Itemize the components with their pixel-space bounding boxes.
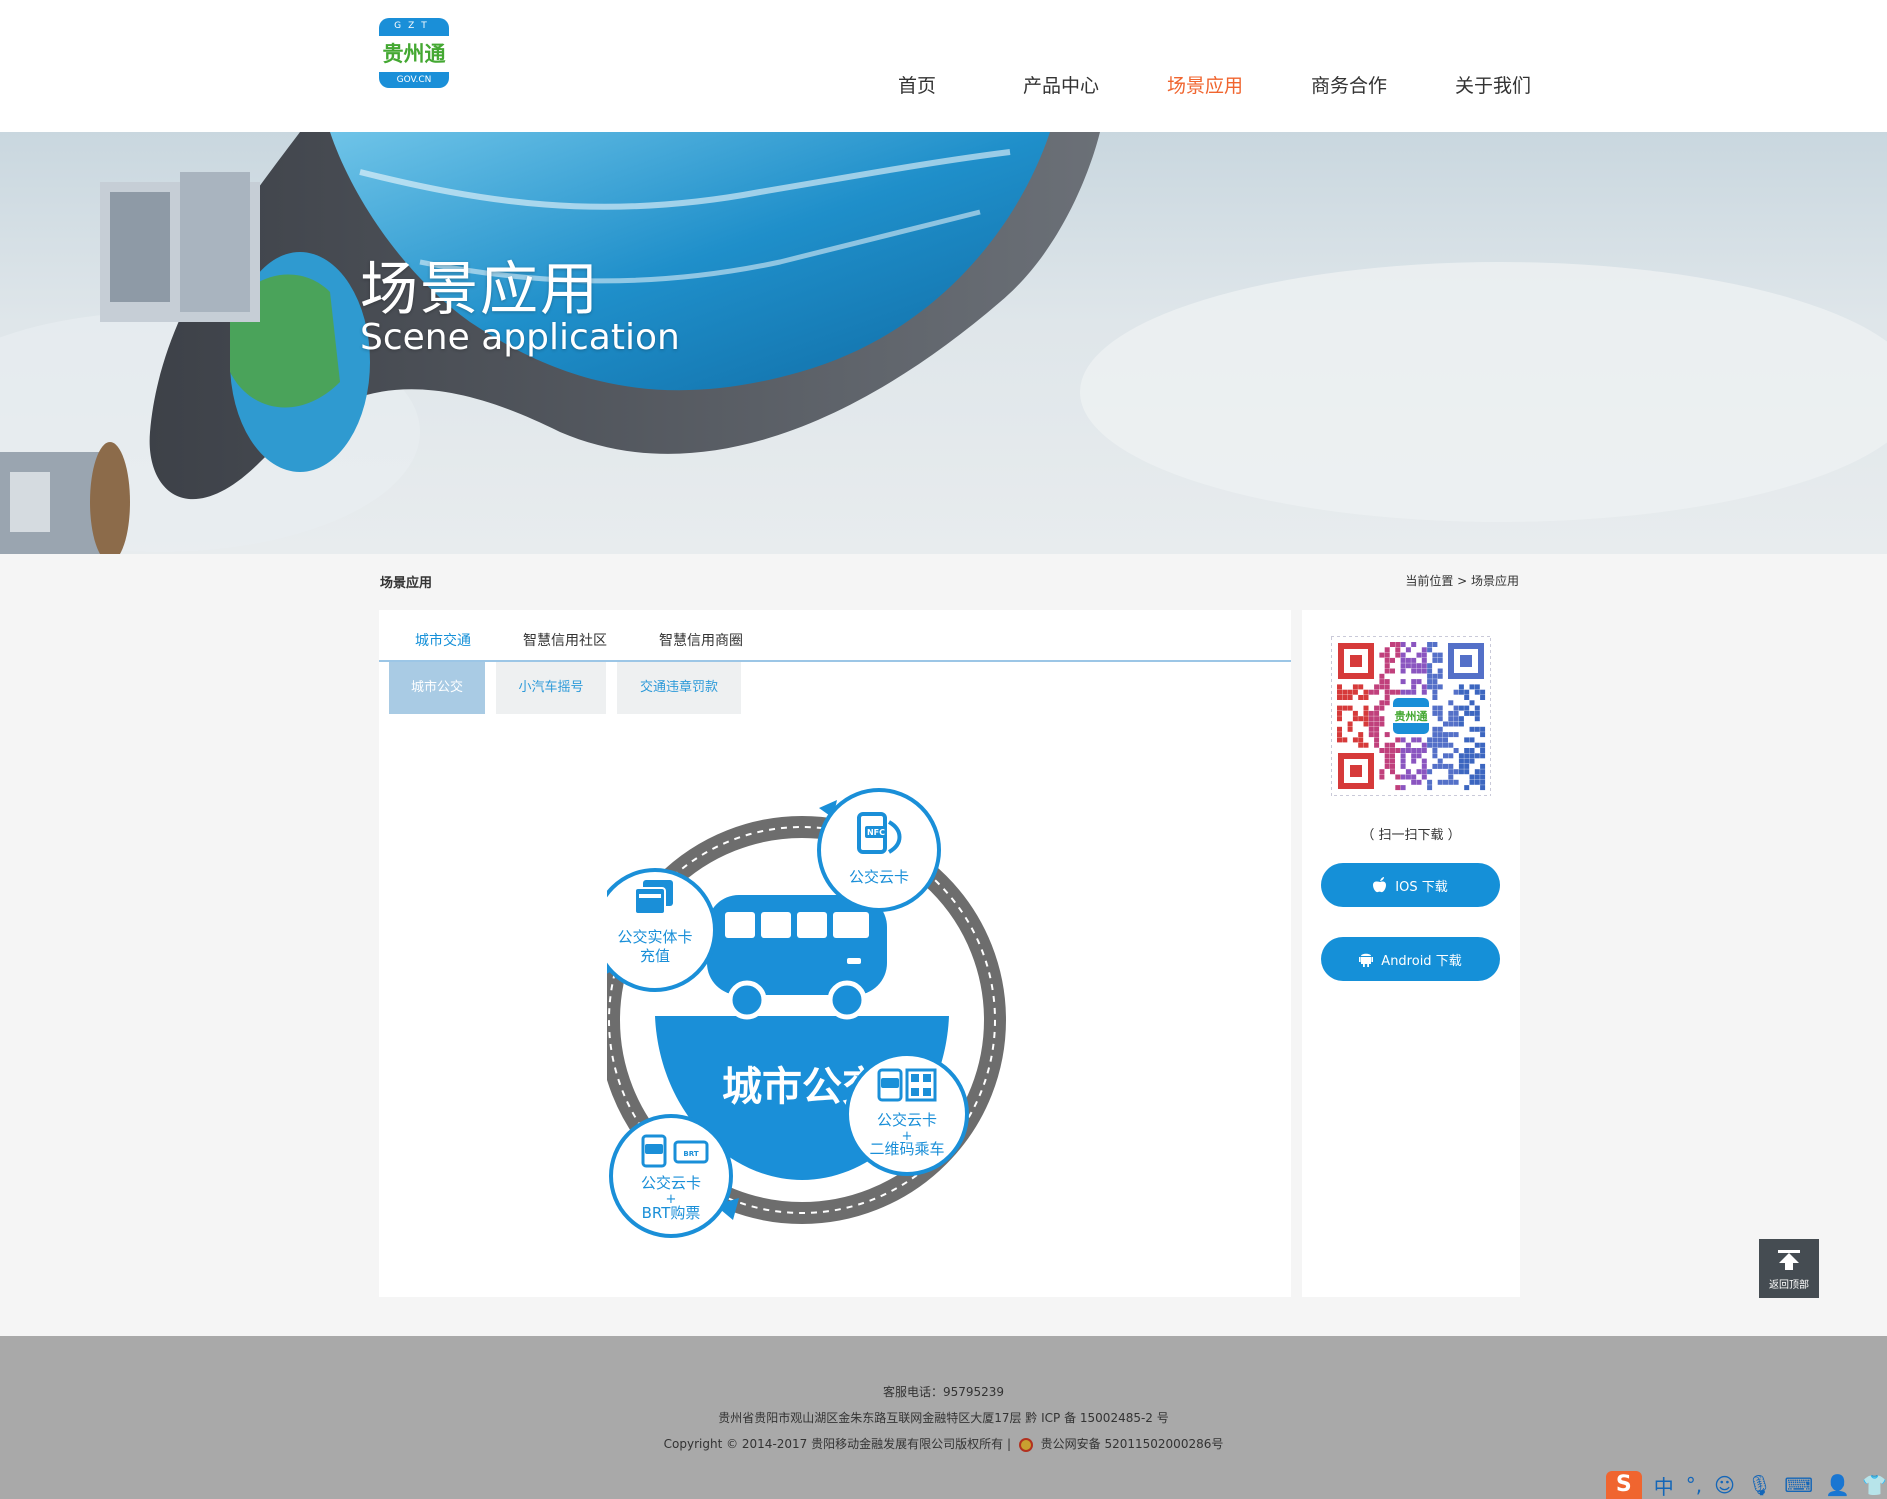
hero-banner: 场景应用 Scene application: [0, 132, 1887, 554]
tab-credit-community[interactable]: 智慧信用社区: [523, 630, 607, 650]
nav-scenes[interactable]: 场景应用: [1133, 72, 1277, 100]
bubble-brt-label-1: 公交云卡: [641, 1174, 701, 1192]
back-to-top-label: 返回顶部: [1769, 1280, 1809, 1291]
subtab-car-lottery[interactable]: 小汽车摇号: [496, 662, 606, 714]
breadcrumb: 当前位置 > 场景应用: [1405, 574, 1519, 588]
bubble-physical-card: 公交实体卡 充值: [607, 868, 717, 992]
nav-home[interactable]: 首页: [845, 72, 989, 100]
tab-city-transport[interactable]: 城市交通: [415, 630, 471, 650]
nfc-icon-text: NFC: [867, 828, 885, 837]
footer-address: 贵州省贵阳市观山湖区金朱东路互联网金融特区大厦17层 黔 ICP 备 15002…: [718, 1411, 1169, 1425]
city-bus-diagram: 城市公交 NFC 公交云卡 公交实体卡 充值 公交云卡 + 二维码乘车 BRT …: [607, 788, 1006, 1238]
footer-phone: 客服电话：95795239: [882, 1385, 1005, 1399]
download-sidebar: 贵州通 （ 扫一扫下载 ） IOS 下载 Android 下载: [1302, 610, 1520, 1297]
user-icon[interactable]: 👤: [1825, 1473, 1850, 1497]
qr-code: 贵州通: [1331, 636, 1491, 796]
nav-about[interactable]: 关于我们: [1421, 72, 1565, 100]
ios-download-button[interactable]: IOS 下载: [1321, 863, 1500, 907]
logo-main-text: 贵州通: [379, 36, 449, 72]
sogou-icon[interactable]: S: [1606, 1471, 1642, 1499]
bubble-qr-label-1: 公交云卡: [877, 1111, 937, 1129]
apple-icon: [1373, 877, 1387, 893]
footer-copyright: Copyright © 2014-2017 贵阳移动金融发展有限公司版权所有 |: [663, 1437, 1011, 1451]
main-panel: 城市交通 智慧信用社区 智慧信用商圈 城市公交 小汽车摇号 交通违章罚款 城市公…: [379, 610, 1291, 1297]
logo[interactable]: GZT 贵州通 GOV.CN: [379, 18, 449, 88]
punctuation-icon[interactable]: °,: [1686, 1473, 1702, 1497]
police-badge-icon: [1018, 1437, 1033, 1452]
footer-copyright-line: Copyright © 2014-2017 贵阳移动金融发展有限公司版权所有 |…: [0, 1435, 1887, 1452]
qr-logo-text: 贵州通: [1395, 709, 1428, 723]
ios-download-label: IOS 下载: [1395, 879, 1448, 895]
footer-police-record[interactable]: 贵公网安备 52011502000286号: [1041, 1437, 1224, 1451]
category-tabs: 城市交通 智慧信用社区 智慧信用商圈: [379, 610, 1291, 662]
bubble-physical-card-label-1: 公交实体卡: [617, 928, 692, 946]
nav-products[interactable]: 产品中心: [989, 72, 1133, 100]
bubble-qr-label-3: 二维码乘车: [869, 1140, 944, 1158]
brt-icon-text: BRT: [683, 1150, 698, 1158]
bubble-cloud-card: NFC 公交云卡: [817, 788, 941, 912]
android-icon: [1359, 951, 1374, 967]
microphone-icon[interactable]: 🎙: [1747, 1473, 1772, 1497]
subtab-traffic-fines[interactable]: 交通违章罚款: [617, 662, 741, 714]
ime-toolbar[interactable]: S 中 °, ☺ 🎙 ⌨ 👤 👕: [1606, 1471, 1887, 1499]
site-header: GZT 贵州通 GOV.CN 首页 产品中心 场景应用 商务合作 关于我们: [0, 0, 1887, 132]
android-download-button[interactable]: Android 下载: [1321, 937, 1500, 981]
tab-credit-business[interactable]: 智慧信用商圈: [659, 630, 743, 650]
nav-business[interactable]: 商务合作: [1277, 72, 1421, 100]
shirt-icon[interactable]: 👕: [1862, 1473, 1887, 1497]
bubble-physical-card-label-2: 充值: [640, 947, 670, 965]
logo-bottom-text: GOV.CN: [396, 75, 432, 85]
bus-icon: [707, 895, 887, 1020]
bubble-brt-label-3: BRT购票: [642, 1204, 701, 1222]
section-title: 场景应用: [380, 576, 433, 591]
banner-subtitle: Scene application: [360, 317, 680, 358]
bubble-cloud-card-label: 公交云卡: [849, 868, 909, 886]
main-nav: 首页 产品中心 场景应用 商务合作 关于我们: [845, 72, 1565, 100]
site-footer: 客服电话：95795239 贵州省贵阳市观山湖区金朱东路互联网金融特区大厦17层…: [0, 1336, 1887, 1499]
scan-hint: （ 扫一扫下载 ）: [1361, 828, 1461, 843]
banner-illustration: [0, 132, 1887, 554]
bubble-qr-ride: 公交云卡 + 二维码乘车: [845, 1052, 969, 1176]
emoji-icon[interactable]: ☺: [1714, 1473, 1735, 1497]
android-download-label: Android 下载: [1381, 953, 1462, 969]
keyboard-icon[interactable]: ⌨: [1784, 1473, 1813, 1497]
back-to-top-button[interactable]: 返回顶部: [1759, 1239, 1819, 1298]
subtab-city-bus[interactable]: 城市公交: [389, 662, 485, 714]
arrow-up-icon: [1778, 1250, 1800, 1270]
ime-lang-toggle[interactable]: 中: [1654, 1471, 1674, 1499]
banner-title: 场景应用: [360, 255, 601, 323]
logo-top-text: GZT: [394, 21, 434, 31]
